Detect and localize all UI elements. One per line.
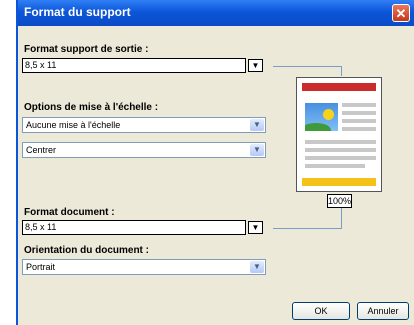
orientation-select[interactable]: Portrait ▼ [22,259,266,275]
preview-text-line [305,148,376,152]
preview-text-line [305,164,365,168]
alignment-select-value: Centrer [26,145,57,155]
preview-text-line [342,103,376,107]
landscape-image-icon [305,103,338,131]
document-format-dropdown-button[interactable]: ▼ [248,221,263,234]
preview-text-line [305,140,376,144]
output-format-dropdown-button[interactable]: ▼ [248,59,263,72]
title-bar[interactable]: Format du support ✕ [18,0,414,26]
close-button[interactable]: ✕ [392,4,410,22]
preview-header-bar [302,83,376,91]
output-format-label: Format support de sortie : [24,44,149,55]
page-preview [296,77,382,192]
preview-footer-bar [302,178,376,186]
alignment-select[interactable]: Centrer ▼ [22,142,266,158]
ok-button[interactable]: OK [292,302,350,320]
connector-line [273,228,341,229]
output-format-field[interactable]: 8,5 x 11 [22,58,246,73]
chevron-down-icon[interactable]: ▼ [250,144,264,156]
zoom-percent: 100% [327,194,352,208]
chevron-down-icon[interactable]: ▼ [250,119,264,131]
preview-text-line [342,119,376,123]
connector-line [273,66,341,67]
window-title: Format du support [24,5,131,19]
orientation-select-value: Portrait [26,262,56,272]
triangle-down-icon: ▼ [251,61,260,70]
scaling-select[interactable]: Aucune mise à l'échelle ▼ [22,117,266,133]
close-icon: ✕ [395,6,407,21]
document-format-field[interactable]: 8,5 x 11 [22,220,246,235]
triangle-down-icon: ▼ [251,223,260,232]
connector-line [341,66,342,76]
preview-text-line [342,127,376,131]
document-format-label: Format document : [24,207,115,218]
orientation-label: Orientation du document : [24,245,149,256]
connector-line [341,208,342,229]
dialog-window: Format du support ✕ Format support de so… [16,0,414,325]
scaling-select-value: Aucune mise à l'échelle [26,120,121,130]
chevron-down-icon[interactable]: ▼ [250,261,264,273]
preview-text-line [342,111,376,115]
cancel-button[interactable]: Annuler [357,302,409,320]
preview-text-line [305,156,376,160]
scaling-options-label: Options de mise à l'échelle : [24,102,159,113]
